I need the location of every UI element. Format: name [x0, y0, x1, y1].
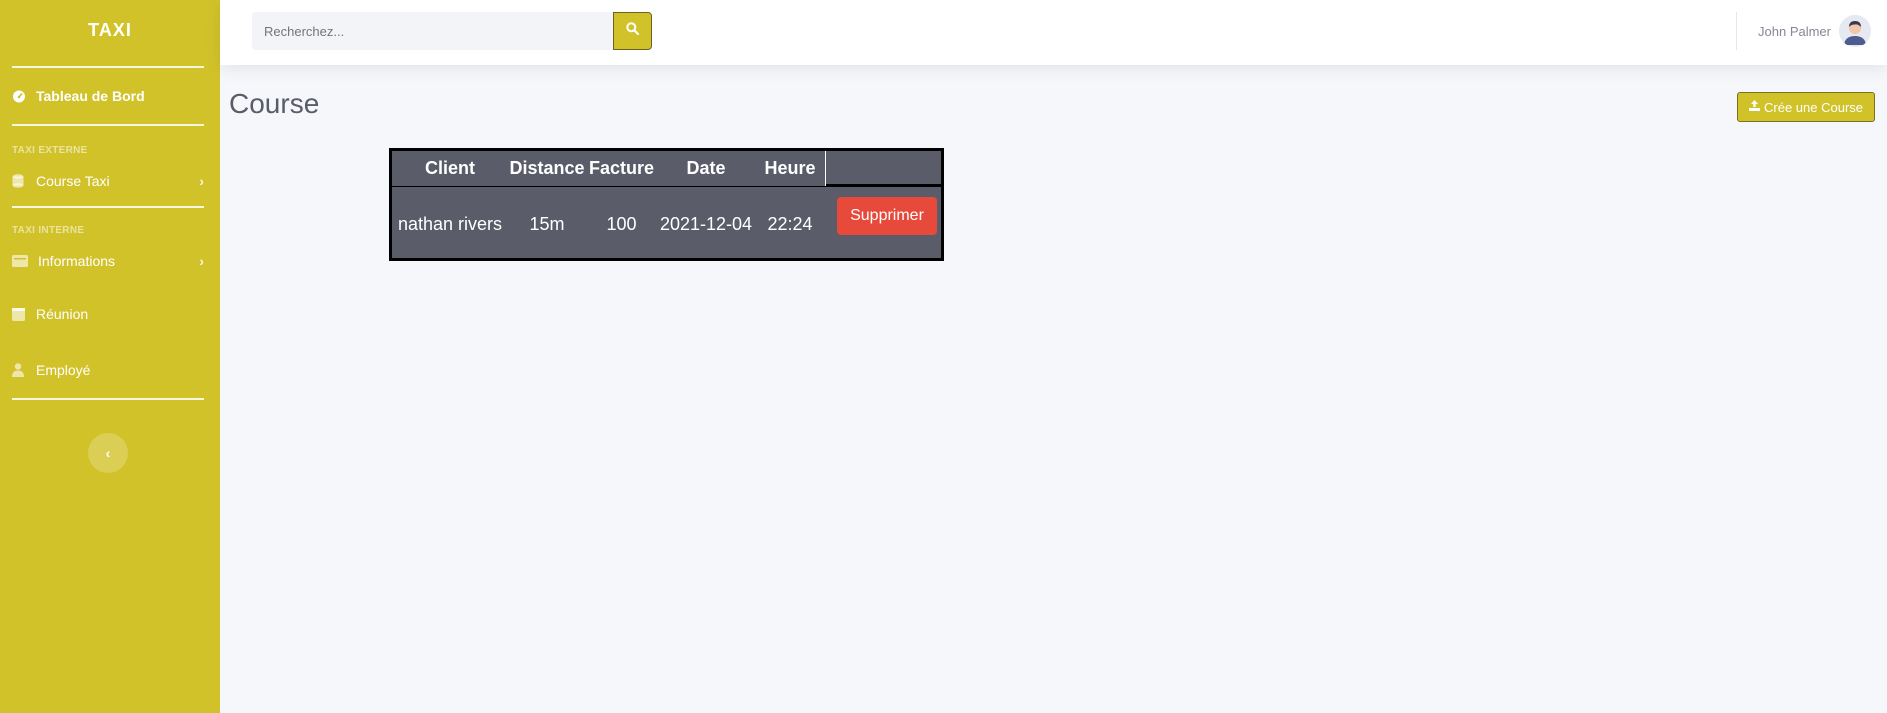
page-title: Course	[229, 88, 320, 119]
sidebar-item-label: Réunion	[36, 306, 89, 322]
search-button[interactable]	[613, 12, 652, 50]
avatar	[1839, 15, 1871, 47]
cell-facture: 100	[606, 213, 637, 234]
sidebar-heading-external: TAXI EXTERNE	[12, 145, 88, 156]
sidebar-divider	[12, 206, 204, 208]
sidebar-toggle-button[interactable]: ‹	[88, 433, 128, 473]
sidebar-item-employe[interactable]: Employé	[0, 342, 220, 398]
sidebar-item-label: Course Taxi	[36, 173, 110, 189]
column-header-heure: Heure	[755, 151, 825, 186]
tachometer-icon	[12, 89, 26, 103]
brand-title[interactable]: TAXI	[0, 0, 220, 60]
sidebar-item-reunion[interactable]: Réunion	[0, 286, 220, 342]
table-header: Client Distance Facture Date Heure	[392, 151, 941, 187]
database-icon	[12, 174, 26, 188]
search-bar	[252, 12, 652, 50]
chevron-right-icon: ›	[199, 173, 204, 189]
table-row: nathan rivers 15m 100 2021-12-04 22:24 S…	[392, 187, 941, 261]
user-name: John Palmer	[1758, 23, 1831, 39]
cell-distance: 15m	[529, 213, 565, 234]
id-card-icon	[12, 254, 28, 268]
sidebar-heading-internal: TAXI INTERNE	[12, 225, 85, 236]
column-header-facture: Facture	[586, 151, 657, 186]
calendar-icon	[12, 307, 26, 321]
column-header-date: Date	[657, 151, 755, 186]
topbar-divider	[1736, 12, 1737, 50]
sidebar-item-label: Tableau de Bord	[36, 88, 145, 104]
chevron-right-icon: ›	[199, 253, 204, 269]
sidebar-divider	[12, 398, 204, 400]
sidebar-item-label: Employé	[36, 362, 91, 378]
column-header-client: Client	[392, 151, 508, 186]
sidebar-item-dashboard[interactable]: Tableau de Bord	[0, 68, 220, 124]
column-header-distance: Distance	[508, 151, 586, 186]
course-table: Client Distance Facture Date Heure natha…	[389, 148, 944, 261]
create-course-label: Crée une Course	[1764, 99, 1863, 115]
chevron-left-icon: ‹	[105, 445, 111, 461]
table-header-cells: Client Distance Facture Date Heure	[392, 151, 826, 186]
sidebar-item-course-taxi[interactable]: Course Taxi ›	[0, 156, 220, 206]
user-icon	[12, 363, 26, 377]
cell-client: nathan rivers	[397, 213, 503, 234]
sidebar-divider	[12, 124, 204, 126]
create-course-button[interactable]: Crée une Course	[1737, 92, 1875, 122]
topbar: John Palmer	[220, 0, 1887, 65]
delete-button[interactable]: Supprimer	[837, 197, 937, 235]
cell-heure: 22:24	[767, 213, 813, 234]
upload-icon	[1749, 100, 1760, 114]
user-dropdown[interactable]: John Palmer	[1758, 0, 1871, 62]
cell-date: 2021-12-04	[659, 213, 753, 234]
search-icon	[626, 22, 640, 40]
sidebar-item-label: Informations	[38, 253, 116, 269]
search-input[interactable]	[252, 12, 614, 50]
sidebar: TAXI Tableau de Bord TAXI EXTERNE Course…	[0, 0, 220, 713]
sidebar-item-informations[interactable]: Informations ›	[0, 236, 220, 286]
